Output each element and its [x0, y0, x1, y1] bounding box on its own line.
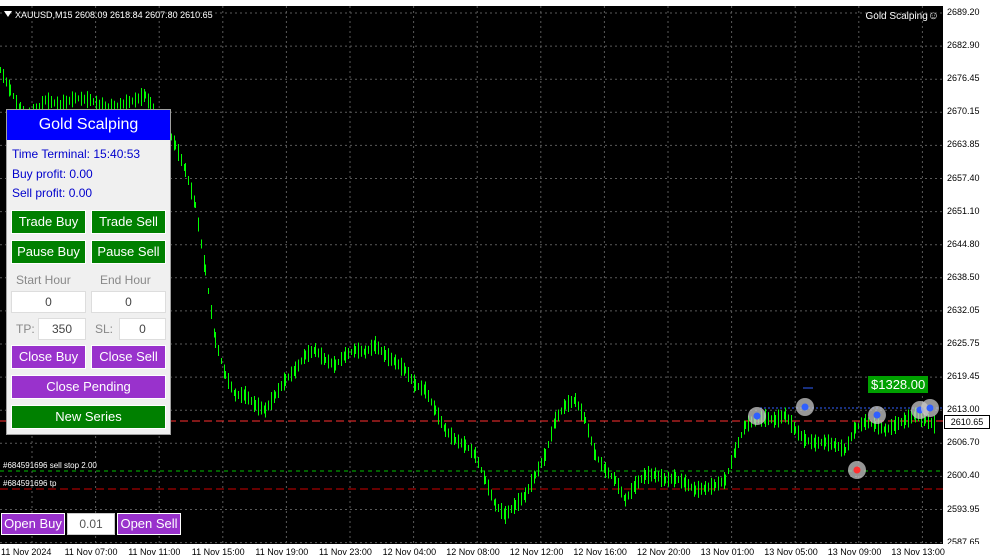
- time-tick-label: 13 Nov 09:00: [827, 547, 882, 557]
- ea-name: Gold Scalping: [865, 11, 928, 22]
- window-top-border: [0, 0, 991, 6]
- trade-marker-dot: [926, 404, 934, 412]
- tp-label: TP:: [16, 322, 35, 336]
- trade-marker-dot: [873, 411, 881, 419]
- tp-order-label: #684591696 tp: [3, 479, 57, 488]
- time-tick-label: 12 Nov 20:00: [637, 547, 691, 557]
- time-tick-label: 12 Nov 04:00: [382, 547, 437, 557]
- close-pending-button[interactable]: Close Pending: [11, 375, 166, 399]
- current-price-badge: 2610.65: [944, 415, 990, 429]
- time-tick-label: 11 Nov 11:00: [128, 547, 181, 557]
- new-series-button[interactable]: New Series: [11, 405, 166, 429]
- close-sell-button[interactable]: Close Sell: [91, 345, 166, 369]
- start-hour-label: Start Hour: [16, 273, 71, 287]
- price-tick-label: 2632.05: [947, 304, 980, 315]
- panel-title[interactable]: Gold Scalping: [7, 110, 170, 140]
- buy-profit-text: Buy profit: 0.00: [12, 167, 93, 181]
- pause-sell-button[interactable]: Pause Sell: [91, 240, 166, 264]
- trade-buy-button[interactable]: Trade Buy: [11, 210, 86, 234]
- time-tick-label: 13 Nov 01:00: [700, 547, 755, 557]
- time-tick-label: 11 Nov 2024: [1, 547, 52, 557]
- gold-scalping-panel: Gold Scalping Time Terminal: 15:40:53 Bu…: [6, 109, 171, 435]
- end-hour-input[interactable]: 0: [91, 291, 166, 313]
- price-tick-label: 2644.80: [947, 238, 980, 249]
- price-tick-label: 2638.50: [947, 271, 980, 282]
- time-tick-label: 12 Nov 16:00: [573, 547, 627, 557]
- time-tick-label: 13 Nov 05:00: [764, 547, 818, 557]
- price-tick-label: 2689.20: [947, 7, 980, 17]
- trade-sell-button[interactable]: Trade Sell: [91, 210, 166, 234]
- time-tick-label: 12 Nov 12:00: [509, 547, 564, 557]
- profit-tag: $1328.00: [868, 376, 929, 393]
- tp-input[interactable]: 350: [38, 318, 86, 340]
- sl-label: SL:: [95, 322, 114, 336]
- price-tick-label: 2600.40: [947, 470, 980, 481]
- price-tick-label: 2670.15: [947, 106, 980, 117]
- sl-input[interactable]: 0: [119, 318, 166, 340]
- time-tick-label: 11 Nov 23:00: [319, 547, 372, 557]
- trade-marker-dot: [801, 403, 809, 411]
- price-tick-label: 2619.45: [947, 371, 980, 382]
- open-sell-button[interactable]: Open Sell: [117, 513, 181, 535]
- symbol-info: XAUUSD,M15 2608.09 2618.84 2607.80 2610.…: [4, 10, 213, 20]
- time-tick-label: 11 Nov 15:00: [191, 547, 245, 557]
- time-tick-label: 11 Nov 07:00: [64, 547, 118, 557]
- symbol-info-text: XAUUSD,M15 2608.09 2618.84 2607.80 2610.…: [15, 10, 213, 20]
- price-tick-label: 2606.70: [947, 437, 980, 448]
- end-hour-label: End Hour: [100, 273, 151, 287]
- time-terminal-text: Time Terminal: 15:40:53: [12, 147, 141, 161]
- price-tick-label: 2651.10: [947, 205, 980, 216]
- smiley-icon: ☺: [927, 10, 939, 22]
- price-tick-label: 2682.90: [947, 40, 980, 51]
- time-tick-label: 11 Nov 19:00: [255, 547, 309, 557]
- price-tick-label: 2676.45: [947, 73, 980, 84]
- sell-stop-order-label: #684591696 sell stop 2.00: [3, 461, 97, 470]
- lot-size-input[interactable]: 0.01: [67, 513, 115, 535]
- close-buy-button[interactable]: Close Buy: [11, 345, 86, 369]
- price-axis[interactable]: 2689.20 2682.90 2676.45 2670.15 2663.85 2657.…: [943, 6, 991, 547]
- time-tick-label: 12 Nov 08:00: [446, 547, 500, 557]
- price-tick-label: 2625.75: [947, 338, 980, 348]
- sell-profit-text: Sell profit: 0.00: [12, 186, 93, 200]
- trade-marker-dot: [853, 466, 861, 474]
- price-tick-label: 2593.95: [947, 503, 980, 514]
- trade-marker-dot: [753, 412, 761, 420]
- time-tick-label: 13 Nov 13:00: [891, 547, 945, 557]
- open-buy-button[interactable]: Open Buy: [1, 513, 65, 535]
- price-tick-label: 2663.85: [947, 139, 980, 150]
- expert-advisor-label: Gold Scalping☺: [866, 10, 940, 22]
- start-hour-input[interactable]: 0: [11, 291, 86, 313]
- price-tick-label: 2613.00: [947, 404, 980, 415]
- collapse-triangle-icon[interactable]: [4, 11, 12, 17]
- price-tick-label: 2657.40: [947, 172, 980, 183]
- time-axis[interactable]: 11 Nov 2024 11 Nov 07:00 11 Nov 11:00 11 No…: [0, 544, 991, 560]
- pause-buy-button[interactable]: Pause Buy: [11, 240, 86, 264]
